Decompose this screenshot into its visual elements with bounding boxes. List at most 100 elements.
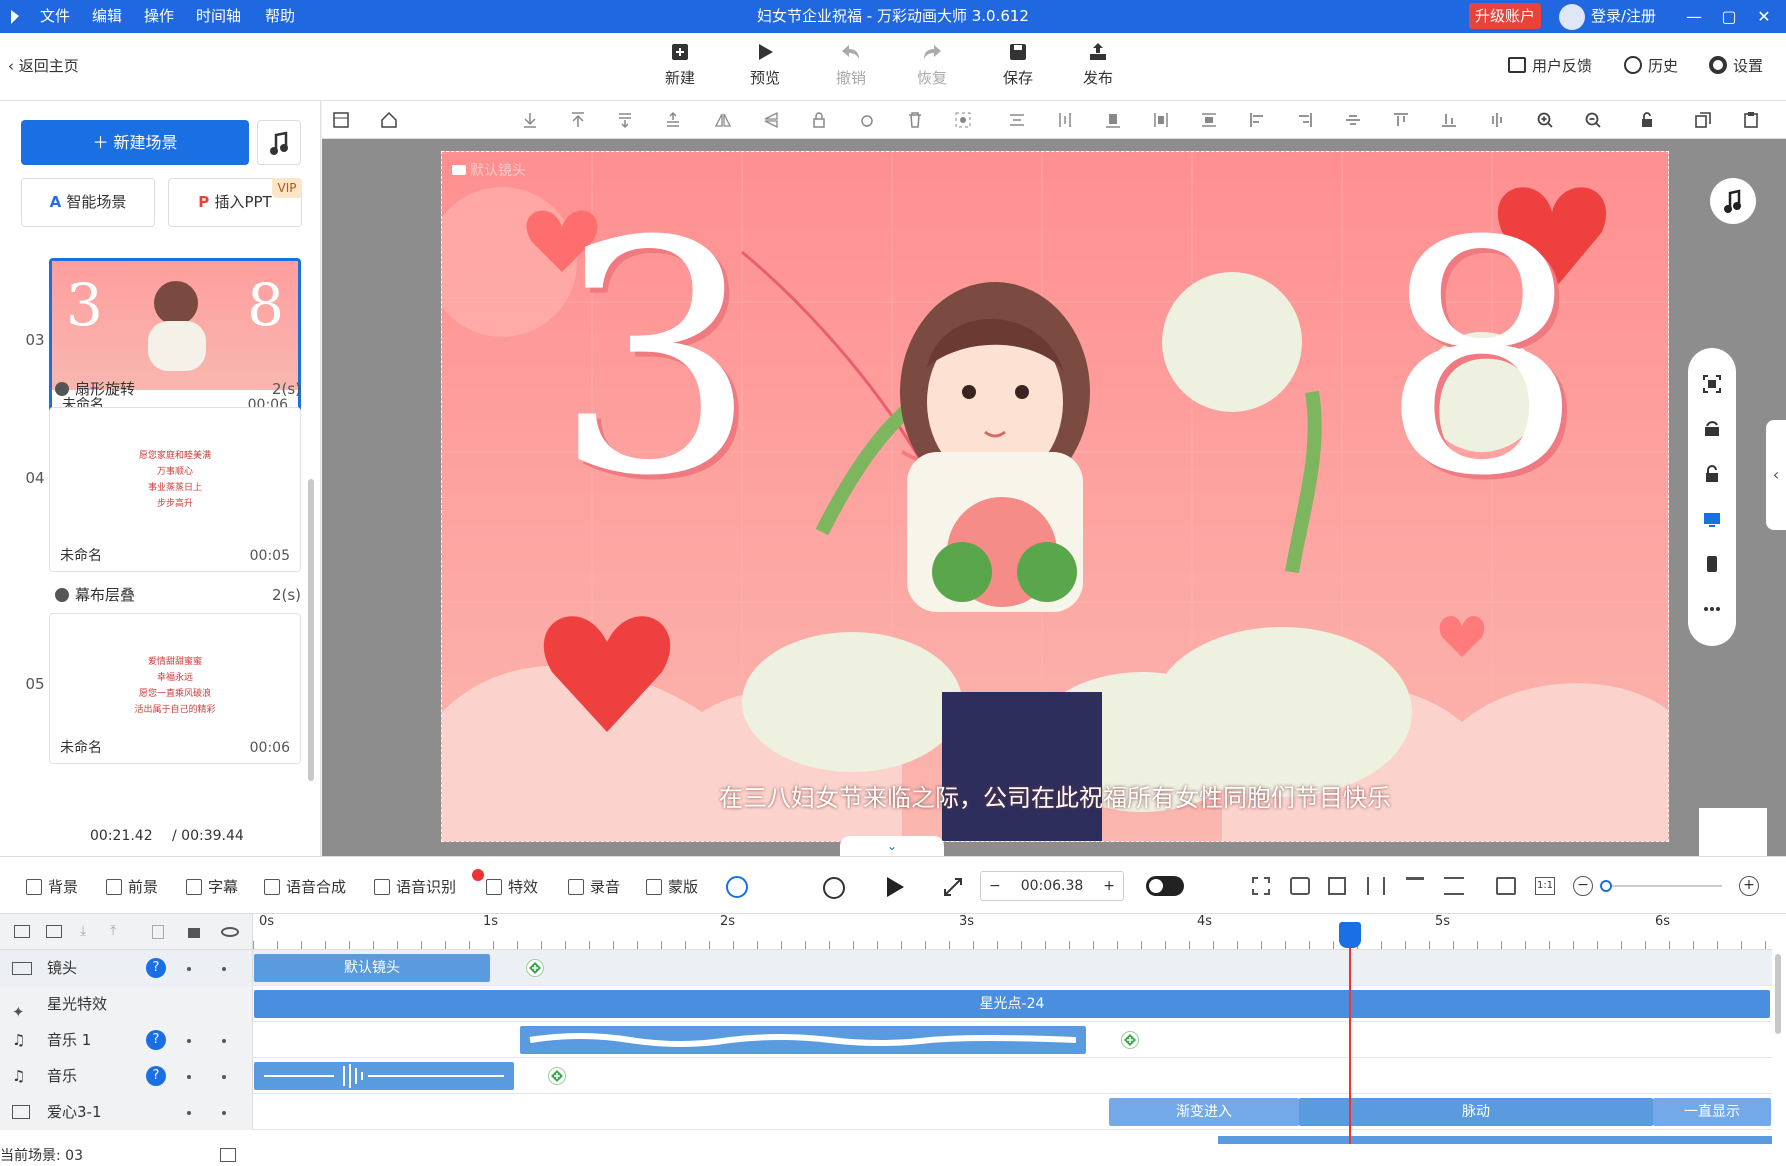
fit-width-icon[interactable] [1496,877,1516,895]
eye-icon[interactable] [221,927,239,937]
collapse-panel-tab[interactable]: ‹ [1766,420,1786,530]
align-left-edge-icon[interactable] [1152,111,1170,129]
distribute-h-icon[interactable] [1056,111,1074,129]
clip-music-1-waveform[interactable] [520,1026,1086,1054]
portrait-screen-icon[interactable] [1702,554,1722,574]
move-top-icon[interactable] [569,111,587,129]
back-home-link[interactable]: ‹ 返回主页 [8,55,79,77]
effects-tool[interactable]: 特效 [486,877,538,897]
thumbnail-preview-icon[interactable] [1699,808,1767,856]
decrease-time-icon[interactable]: − [989,872,1001,900]
align-bottom-line-icon[interactable] [1440,111,1458,129]
play-button[interactable] [884,875,906,899]
fullscreen-icon[interactable] [943,877,963,897]
upgrade-button[interactable]: 升级账户 [1469,3,1541,29]
lock-object-icon[interactable] [1702,464,1722,484]
speech-recognition-tool[interactable]: 语音识别 [374,877,456,897]
replay-icon[interactable] [823,877,845,899]
zoom-in-timeline-icon[interactable]: + [1739,876,1759,896]
publish-button[interactable]: 发布 [1068,41,1128,88]
new-scene-button[interactable]: ＋ 新建场景 [21,120,249,165]
scene-music-button[interactable] [257,120,301,165]
playhead-handle[interactable] [1339,922,1361,948]
clip-pulse[interactable]: 脉动 [1299,1098,1653,1126]
toggle-switch[interactable] [1146,876,1184,896]
more-icon[interactable] [1702,599,1722,619]
paste-icon[interactable] [1742,111,1760,129]
clip-music-waveform[interactable] [254,1062,514,1090]
focus-icon[interactable] [954,111,972,129]
split-icon[interactable] [1367,877,1385,895]
new-folder-icon[interactable] [46,925,62,938]
mask-tool[interactable]: 蒙版 [646,877,698,897]
partial-clip[interactable] [1218,1136,1772,1144]
copy-icon[interactable] [1694,111,1712,129]
delete-icon[interactable] [906,111,924,129]
trash-icon[interactable] [152,925,164,939]
timeline-zoom-slider[interactable] [1600,880,1722,892]
clip-fade-in[interactable]: 渐变进入 [1109,1098,1299,1126]
folder-icon[interactable] [14,925,30,938]
help-icon[interactable]: ? [146,1066,166,1086]
redo-button[interactable]: 恢复 [902,41,962,88]
align-top-edge-icon[interactable] [1200,111,1218,129]
edit-icon[interactable] [1328,877,1346,895]
add-keyframe-icon[interactable] [526,959,544,977]
align-top-icon[interactable] [1392,111,1410,129]
align-center-h-icon[interactable] [1488,111,1506,129]
scene-scrollbar[interactable] [308,479,314,781]
adjust-icon[interactable] [1444,877,1464,895]
zoom-out-icon[interactable] [1584,111,1602,129]
zoom-in-icon[interactable] [1536,111,1554,129]
help-icon[interactable]: ? [146,958,166,978]
expand-timeline-tab[interactable]: ⌄ [840,836,944,856]
fit-screen-icon[interactable] [1702,374,1722,394]
clip-default-camera[interactable]: 默认镜头 [254,954,490,982]
playhead-line[interactable] [1349,922,1351,1144]
align-left-icon[interactable] [1248,111,1266,129]
maximize-icon[interactable]: ▢ [1714,0,1744,33]
minimize-icon[interactable]: — [1679,0,1709,33]
move-down-icon[interactable] [616,111,634,129]
save-button[interactable]: 保存 [988,41,1048,88]
new-button[interactable]: 新建 [650,41,710,88]
landscape-screen-icon[interactable] [1702,509,1722,529]
align-center-v-icon[interactable] [1008,111,1026,129]
insert-ppt-button[interactable]: P 插入PPT VIP [168,178,302,227]
clip-starlight[interactable]: 星光点-24 [254,990,1770,1018]
scene-list-icon[interactable] [220,1148,236,1162]
move-up-layer-icon[interactable]: ⤒ [110,923,116,939]
flip-horizontal-icon[interactable] [714,111,732,129]
rotate-icon[interactable] [858,111,876,129]
feedback-button[interactable]: 用户反馈 [1508,55,1592,77]
zoom-out-timeline-icon[interactable]: − [1573,876,1593,896]
unlock-icon[interactable] [1638,111,1656,129]
flip-vertical-icon[interactable] [762,111,780,129]
layout-icon[interactable] [332,111,350,129]
history-button[interactable]: 历史 [1624,55,1678,77]
frame-select-icon[interactable] [1252,877,1270,895]
subtitle-tool[interactable]: 字幕 [186,877,238,897]
align-bottom-icon[interactable] [1104,111,1122,129]
add-keyframe-icon[interactable] [548,1067,566,1085]
background-tool[interactable]: 背景 [26,877,78,897]
preview-button[interactable]: 预览 [735,41,795,88]
transition-row[interactable]: 扇形旋转 2(s) [55,379,301,399]
time-stepper[interactable]: − 00:06.38 + [980,871,1124,901]
smart-scene-button[interactable]: A 智能场景 [21,178,155,227]
move-up-icon[interactable] [664,111,682,129]
record-tool[interactable]: 录音 [568,877,620,897]
subtitle-text[interactable]: 在三八妇女节来临之际，公司在此祝福所有女性同胞们节目快乐 [442,778,1668,813]
stage-canvas[interactable]: 3 8 默认镜头 在三八妇女节来临之际，公司在此祝福所有女性同胞们节目快乐 [441,151,1669,842]
move-down-layer-icon[interactable]: ⤓ [80,923,86,939]
move-bottom-icon[interactable] [521,111,539,129]
clip-always-show[interactable]: 一直显示 [1653,1098,1771,1126]
undo-button[interactable]: 撤销 [821,41,881,88]
close-icon[interactable]: ✕ [1749,0,1779,33]
home-icon[interactable] [380,111,398,129]
timeline-scrollbar[interactable] [1775,954,1781,1034]
scene-thumbnail-05[interactable]: 爱情甜甜蜜蜜 幸福永远 愿您一直乘风破浪 活出属于自己的精彩 未命名 00:06 [49,613,301,764]
more-tools-icon[interactable] [726,876,748,898]
add-keyframe-icon[interactable] [1121,1031,1139,1049]
transition-row[interactable]: 幕布层叠 2(s) [55,585,301,605]
